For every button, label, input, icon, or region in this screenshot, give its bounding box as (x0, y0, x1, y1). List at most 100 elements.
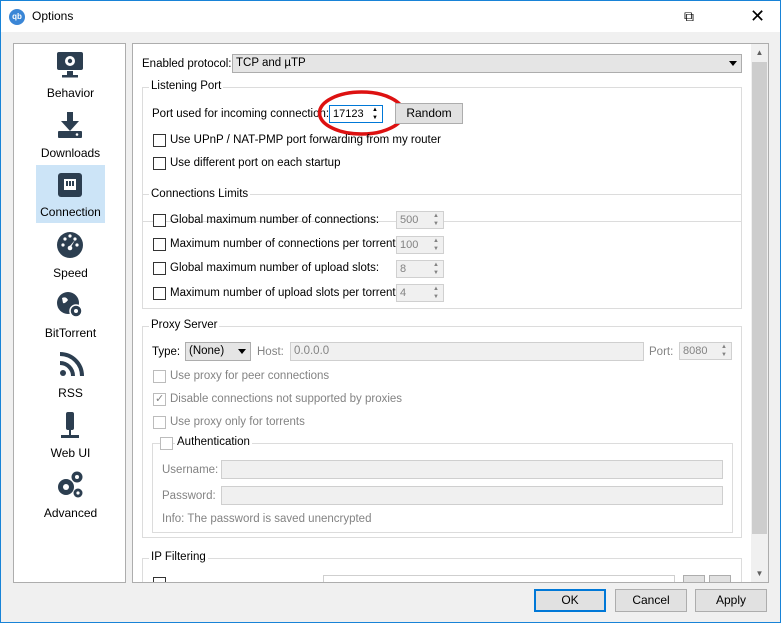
authentication-label: Authentication (175, 436, 252, 448)
ip-filter-checkbox[interactable] (153, 577, 166, 582)
proxy-host-field[interactable]: 0.0.0.0 (290, 342, 644, 361)
sidebar-item-downloads[interactable]: Downloads (36, 106, 105, 164)
sidebar-item-connection[interactable]: Connection (36, 165, 105, 223)
sidebar-item-webui[interactable]: Web UI (36, 406, 105, 464)
scroll-up-icon[interactable]: ▲ (751, 44, 768, 61)
qbittorrent-app-icon: qb (9, 9, 25, 25)
max-upload-slots-per-torrent-spinbox[interactable]: 4 ▲ ▼ (396, 284, 444, 302)
globe-gear-icon (57, 292, 83, 318)
disable-unsupported-checkbox[interactable]: ✓ (153, 393, 166, 406)
sidebar-item-behavior[interactable]: Behavior (36, 46, 105, 104)
global-max-connections-checkbox[interactable] (153, 214, 166, 227)
monitor-icon (57, 52, 83, 78)
sidebar-item-label: Behavior (46, 86, 95, 100)
different-port-label: Use different port on each startup (170, 157, 341, 169)
global-max-upload-slots-checkbox[interactable] (153, 262, 166, 275)
protocol-value: TCP and µTP (236, 57, 306, 69)
disable-unsupported-label: Disable connections not supported by pro… (170, 393, 403, 405)
sidebar-item-speed[interactable]: Speed (36, 226, 105, 284)
plug-icon (61, 412, 79, 438)
proxy-type-label: Type: (152, 346, 181, 358)
sidebar-item-bittorrent[interactable]: BitTorrent (36, 286, 105, 344)
window-title: Options (32, 9, 74, 23)
protocol-label: Enabled protocol: (142, 58, 232, 70)
spin-arrows-icon[interactable]: ▲ ▼ (717, 343, 731, 359)
network-icon (58, 173, 82, 197)
sidebar-item-rss[interactable]: RSS (36, 346, 105, 404)
reload-icon[interactable] (709, 575, 731, 582)
global-max-upload-slots-spinbox[interactable]: 8 ▲ ▼ (396, 260, 444, 278)
proxy-server-title: Proxy Server (149, 319, 220, 331)
proxy-peer-label: Use proxy for peer connections (170, 370, 330, 382)
username-field[interactable] (221, 460, 723, 479)
sidebar-item-label: Web UI (50, 446, 91, 460)
max-connections-per-torrent-checkbox[interactable] (153, 238, 166, 251)
proxy-peer-checkbox[interactable] (153, 370, 166, 383)
password-field[interactable] (221, 486, 723, 505)
different-port-checkbox[interactable] (153, 157, 166, 170)
chevron-down-icon (729, 61, 737, 66)
max-connections-per-torrent-spinbox[interactable]: 100 ▲ ▼ (396, 236, 444, 254)
proxy-torrents-only-label: Use proxy only for torrents (170, 416, 305, 428)
upnp-checkbox[interactable] (153, 134, 166, 147)
max-upload-slots-per-torrent-checkbox[interactable] (153, 287, 166, 300)
global-max-connections-value: 500 (400, 214, 419, 226)
listening-port-title: Listening Port (149, 80, 224, 92)
options-window: qb Options ⧉ ✕ Behavior Downloads Connec… (0, 0, 781, 623)
proxy-port-label: Port: (649, 346, 674, 358)
random-port-button[interactable]: Random (395, 103, 463, 124)
sidebar-item-label: BitTorrent (44, 326, 97, 340)
vertical-scrollbar[interactable]: ▲ ▼ (751, 44, 768, 582)
authentication-checkbox[interactable] (160, 437, 173, 450)
gears-icon (58, 471, 83, 498)
sidebar-item-label: Speed (53, 266, 88, 280)
rss-icon (59, 352, 84, 377)
proxy-host-value: 0.0.0.0 (294, 345, 330, 357)
speedometer-icon (57, 232, 83, 258)
proxy-type-select[interactable]: (None) (185, 342, 251, 361)
spin-arrows-icon[interactable]: ▲ ▼ (429, 285, 443, 301)
spin-arrows-icon[interactable]: ▲ ▼ (429, 237, 443, 253)
spin-arrows-icon[interactable]: ▲ ▼ (429, 212, 443, 228)
context-help-icon[interactable]: ⧉ (671, 1, 707, 31)
ok-button[interactable]: OK (534, 589, 606, 612)
sidebar-item-label: Downloads (40, 146, 101, 160)
global-max-connections-spinbox[interactable]: 500 ▲ ▼ (396, 211, 444, 229)
password-info-text: Info: The password is saved unencrypted (162, 513, 372, 525)
sidebar-item-advanced[interactable]: Advanced (36, 466, 105, 524)
proxy-torrents-only-checkbox[interactable] (153, 416, 166, 429)
proxy-type-value: (None) (189, 345, 225, 357)
apply-button[interactable]: Apply (695, 589, 767, 612)
highlight-ellipse (317, 90, 406, 136)
sidebar-item-label: Connection (40, 205, 101, 219)
max-connections-per-torrent-value: 100 (400, 239, 419, 251)
download-icon (58, 112, 82, 138)
global-max-upload-slots-value: 8 (400, 263, 407, 275)
close-icon[interactable]: ✕ (735, 1, 780, 31)
username-label: Username: (162, 464, 219, 476)
protocol-select[interactable]: TCP and µTP (232, 54, 742, 73)
sidebar-item-label: RSS (58, 386, 83, 400)
global-max-upload-slots-label: Global maximum number of upload slots: (170, 262, 380, 274)
scroll-down-icon[interactable]: ▼ (751, 565, 768, 582)
scroll-thumb[interactable] (752, 62, 767, 534)
max-upload-slots-per-torrent-label: Maximum number of upload slots per torre… (170, 287, 399, 299)
spin-arrows-icon[interactable]: ▲ ▼ (429, 261, 443, 277)
ip-filter-path-field[interactable] (323, 575, 675, 582)
browse-folder-icon[interactable] (683, 575, 705, 582)
connections-limits-title: Connections Limits (149, 188, 251, 200)
upnp-label: Use UPnP / NAT-PMP port forwarding from … (170, 134, 441, 146)
ip-filtering-title: IP Filtering (149, 551, 208, 563)
password-label: Password: (162, 490, 216, 502)
sidebar-item-label: Advanced (43, 506, 98, 520)
title-bar[interactable]: qb Options ⧉ ✕ (1, 1, 780, 32)
proxy-port-value: 8080 (683, 345, 708, 357)
proxy-port-spinbox[interactable]: 8080 ▲ ▼ (679, 342, 732, 360)
max-upload-slots-per-torrent-value: 4 (400, 287, 407, 299)
proxy-host-label: Host: (257, 346, 284, 358)
chevron-down-icon (238, 349, 246, 354)
cancel-button[interactable]: Cancel (615, 589, 687, 612)
checkmark-icon: ✓ (155, 393, 165, 405)
global-max-connections-label: Global maximum number of connections: (170, 214, 380, 226)
port-label: Port used for incoming connection: (152, 108, 330, 120)
